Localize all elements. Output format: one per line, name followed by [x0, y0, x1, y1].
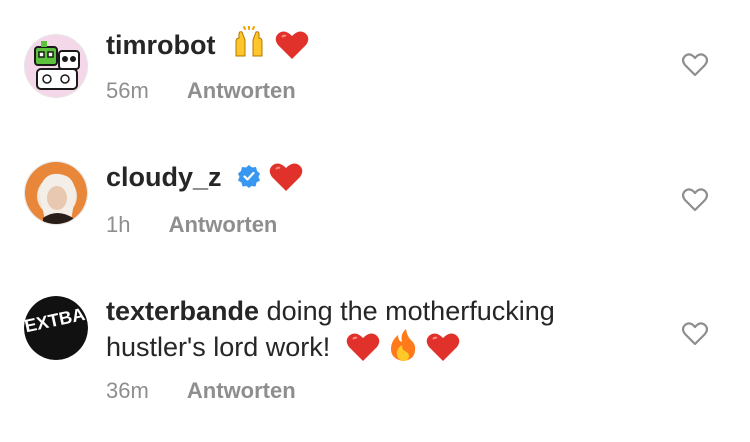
- raising-hands-icon: [231, 25, 267, 68]
- avatar[interactable]: [24, 34, 88, 98]
- timestamp: 36m: [106, 378, 149, 403]
- heart-emoji-icon: [269, 162, 303, 200]
- comment-meta: 56m Antworten: [106, 78, 296, 104]
- heart-emoji-icon: [275, 30, 309, 68]
- heart-emoji-icon: [426, 332, 460, 370]
- fire-icon: [388, 328, 418, 370]
- like-heart-icon[interactable]: [681, 322, 709, 346]
- username[interactable]: cloudy_z: [106, 162, 222, 192]
- comment-text: timrobot: [106, 25, 646, 68]
- heart-emoji-icon: [346, 332, 380, 370]
- comment-body-line1: doing the motherfucking: [266, 296, 555, 326]
- texterbande-logo-icon: EXTBA: [24, 296, 88, 360]
- robot-avatar-icon: [25, 35, 87, 97]
- avatar[interactable]: [24, 161, 88, 225]
- comment-meta: 1h Antworten: [106, 212, 277, 238]
- reply-button[interactable]: Antworten: [169, 212, 278, 237]
- timestamp: 1h: [106, 212, 131, 237]
- comment-body-line2: hustler's lord work!: [106, 332, 331, 362]
- like-heart-icon[interactable]: [681, 188, 709, 212]
- verified-badge-icon: [237, 162, 261, 196]
- avatar[interactable]: EXTBA: [24, 296, 88, 360]
- reply-button[interactable]: Antworten: [187, 378, 296, 403]
- username[interactable]: texterbande: [106, 296, 259, 326]
- timestamp: 56m: [106, 78, 149, 103]
- like-heart-icon[interactable]: [681, 53, 709, 77]
- comment-meta: 36m Antworten: [106, 378, 296, 404]
- reply-button[interactable]: Antworten: [187, 78, 296, 103]
- profile-photo-icon: [25, 162, 87, 224]
- username[interactable]: timrobot: [106, 30, 215, 60]
- comment-text: cloudy_z: [106, 160, 646, 200]
- comment-text: texterbande doing the motherfucking hust…: [106, 294, 646, 370]
